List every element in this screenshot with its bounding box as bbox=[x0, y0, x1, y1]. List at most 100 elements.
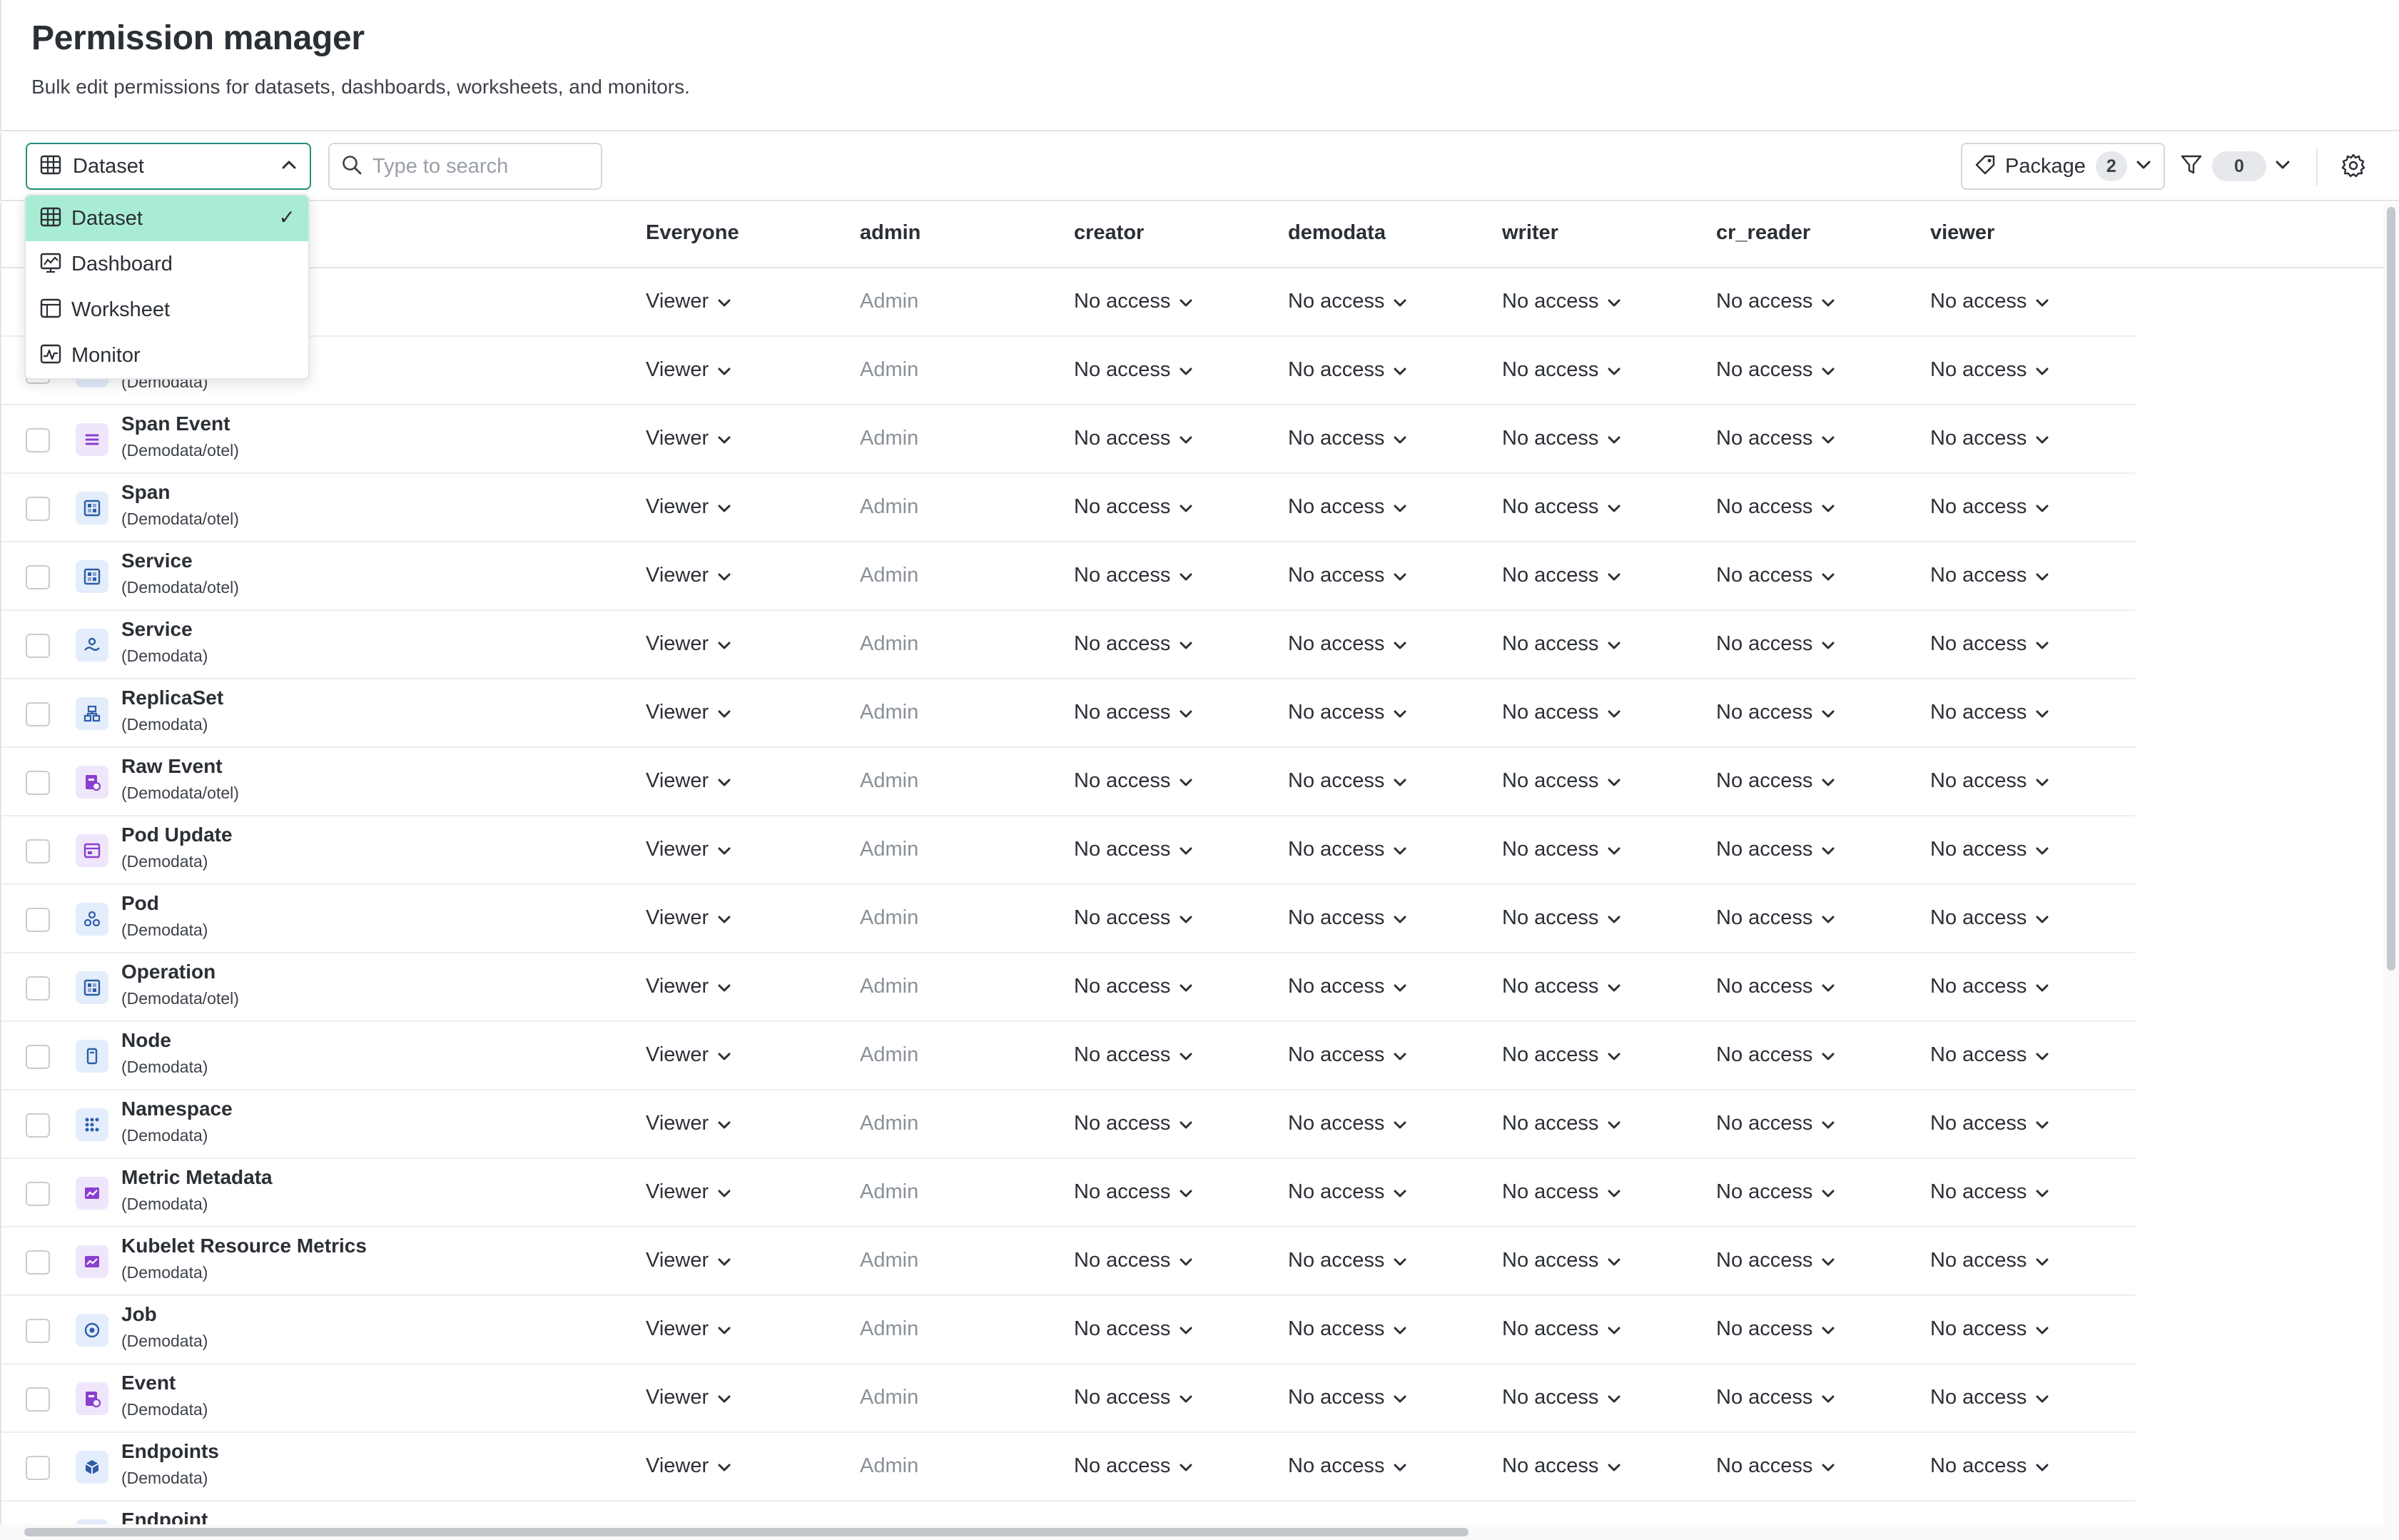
vertical-scrollbar-thumb[interactable] bbox=[2387, 207, 2395, 971]
permission-select[interactable]: Viewer bbox=[646, 495, 731, 519]
permission-select[interactable]: No access bbox=[1930, 632, 2049, 656]
permission-select[interactable]: No access bbox=[1930, 1317, 2049, 1341]
permission-select[interactable]: No access bbox=[1716, 838, 1835, 861]
settings-button[interactable] bbox=[2336, 150, 2370, 184]
permission-select[interactable]: Viewer bbox=[646, 1180, 731, 1204]
menu-item-worksheet[interactable]: Worksheet bbox=[26, 287, 308, 333]
permission-select[interactable]: No access bbox=[1716, 769, 1835, 793]
permission-select[interactable]: No access bbox=[1930, 495, 2049, 519]
permission-select[interactable]: No access bbox=[1288, 975, 1407, 998]
permission-select[interactable]: No access bbox=[1716, 701, 1835, 724]
permission-select[interactable]: Viewer bbox=[646, 358, 731, 382]
permission-select[interactable]: No access bbox=[1716, 427, 1835, 450]
row-checkbox[interactable] bbox=[26, 771, 50, 795]
menu-item-dashboard[interactable]: Dashboard bbox=[26, 241, 308, 287]
dataset-name[interactable]: Namespace bbox=[121, 1098, 233, 1120]
permission-select[interactable]: Viewer bbox=[646, 1112, 731, 1135]
search-input[interactable] bbox=[372, 154, 587, 178]
permission-select[interactable]: No access bbox=[1716, 1386, 1835, 1409]
row-checkbox[interactable] bbox=[26, 976, 50, 1001]
permission-select[interactable]: No access bbox=[1930, 838, 2049, 861]
type-select[interactable]: Dataset bbox=[26, 143, 311, 190]
permission-select[interactable]: No access bbox=[1716, 1317, 1835, 1341]
permission-select[interactable]: No access bbox=[1930, 769, 2049, 793]
permission-select[interactable]: No access bbox=[1716, 975, 1835, 998]
permission-select[interactable]: No access bbox=[1288, 427, 1407, 450]
permission-select[interactable]: No access bbox=[1074, 1386, 1193, 1409]
permission-select[interactable]: No access bbox=[1288, 1317, 1407, 1341]
permission-select[interactable]: Viewer bbox=[646, 632, 731, 656]
permission-select[interactable]: No access bbox=[1502, 427, 1621, 450]
permission-select[interactable]: Viewer bbox=[646, 906, 731, 930]
permission-select[interactable]: No access bbox=[1930, 1386, 2049, 1409]
permission-select[interactable]: No access bbox=[1930, 1454, 2049, 1478]
row-checkbox[interactable] bbox=[26, 634, 50, 658]
permission-select[interactable]: No access bbox=[1716, 1454, 1835, 1478]
permission-select[interactable]: No access bbox=[1716, 290, 1835, 313]
permission-select[interactable]: No access bbox=[1288, 1454, 1407, 1478]
permission-select[interactable]: No access bbox=[1716, 1043, 1835, 1067]
permission-select[interactable]: No access bbox=[1074, 769, 1193, 793]
permission-select[interactable]: No access bbox=[1074, 1454, 1193, 1478]
permission-select[interactable]: No access bbox=[1074, 632, 1193, 656]
permission-select[interactable]: No access bbox=[1502, 358, 1621, 382]
row-checkbox[interactable] bbox=[26, 428, 50, 452]
permission-select[interactable]: No access bbox=[1288, 1043, 1407, 1067]
permission-select[interactable]: No access bbox=[1288, 1386, 1407, 1409]
permission-select[interactable]: No access bbox=[1074, 906, 1193, 930]
permission-select[interactable]: No access bbox=[1502, 701, 1621, 724]
horizontal-scrollbar-thumb[interactable] bbox=[24, 1528, 1469, 1536]
permission-select[interactable]: No access bbox=[1930, 975, 2049, 998]
permission-select[interactable]: No access bbox=[1074, 701, 1193, 724]
permission-select[interactable]: Viewer bbox=[646, 1249, 731, 1272]
permission-select[interactable]: Viewer bbox=[646, 838, 731, 861]
permission-select[interactable]: No access bbox=[1930, 1112, 2049, 1135]
permission-select[interactable]: No access bbox=[1074, 1317, 1193, 1341]
permission-select[interactable]: No access bbox=[1716, 1249, 1835, 1272]
permission-select[interactable]: No access bbox=[1074, 1180, 1193, 1204]
row-checkbox[interactable] bbox=[26, 1319, 50, 1343]
permission-select[interactable]: No access bbox=[1716, 358, 1835, 382]
permission-select[interactable]: No access bbox=[1502, 769, 1621, 793]
permission-select[interactable]: No access bbox=[1074, 1112, 1193, 1135]
permission-select[interactable]: No access bbox=[1502, 975, 1621, 998]
dataset-name[interactable]: Operation bbox=[121, 961, 215, 983]
permission-select[interactable]: No access bbox=[1716, 564, 1835, 587]
permission-select[interactable]: No access bbox=[1502, 632, 1621, 656]
dataset-name[interactable]: Job bbox=[121, 1303, 157, 1326]
row-checkbox[interactable] bbox=[26, 1456, 50, 1480]
permission-select[interactable]: No access bbox=[1930, 427, 2049, 450]
permission-select[interactable]: No access bbox=[1288, 1112, 1407, 1135]
filter-button[interactable]: 0 bbox=[2179, 143, 2308, 190]
permission-select[interactable]: No access bbox=[1716, 906, 1835, 930]
row-checkbox[interactable] bbox=[26, 1387, 50, 1412]
permission-select[interactable]: No access bbox=[1502, 838, 1621, 861]
permission-select[interactable]: No access bbox=[1074, 975, 1193, 998]
row-checkbox[interactable] bbox=[26, 1113, 50, 1138]
permission-select[interactable]: Viewer bbox=[646, 975, 731, 998]
permission-select[interactable]: No access bbox=[1716, 495, 1835, 519]
dataset-name[interactable]: Kubelet Resource Metrics bbox=[121, 1235, 367, 1257]
row-checkbox[interactable] bbox=[26, 1182, 50, 1206]
permission-select[interactable]: No access bbox=[1930, 1180, 2049, 1204]
dataset-name[interactable]: Metric Metadata bbox=[121, 1166, 273, 1189]
row-checkbox[interactable] bbox=[26, 565, 50, 589]
permission-select[interactable]: Viewer bbox=[646, 1386, 731, 1409]
permission-select[interactable]: No access bbox=[1930, 1043, 2049, 1067]
permission-select[interactable]: No access bbox=[1502, 495, 1621, 519]
permission-select[interactable]: No access bbox=[1930, 701, 2049, 724]
dataset-name[interactable]: Node bbox=[121, 1029, 171, 1052]
permission-select[interactable]: No access bbox=[1288, 906, 1407, 930]
permission-select[interactable]: Viewer bbox=[646, 1454, 731, 1478]
dataset-name[interactable]: Span Event bbox=[121, 412, 230, 435]
permission-select[interactable]: No access bbox=[1930, 1249, 2049, 1272]
permission-select[interactable]: No access bbox=[1288, 1249, 1407, 1272]
row-checkbox[interactable] bbox=[26, 839, 50, 863]
permission-select[interactable]: No access bbox=[1288, 838, 1407, 861]
horizontal-scrollbar[interactable] bbox=[0, 1524, 2383, 1540]
permission-select[interactable]: No access bbox=[1716, 632, 1835, 656]
permission-select[interactable]: No access bbox=[1502, 1112, 1621, 1135]
row-checkbox[interactable] bbox=[26, 1045, 50, 1069]
dataset-name[interactable]: Pod bbox=[121, 892, 159, 915]
permission-select[interactable]: No access bbox=[1502, 564, 1621, 587]
